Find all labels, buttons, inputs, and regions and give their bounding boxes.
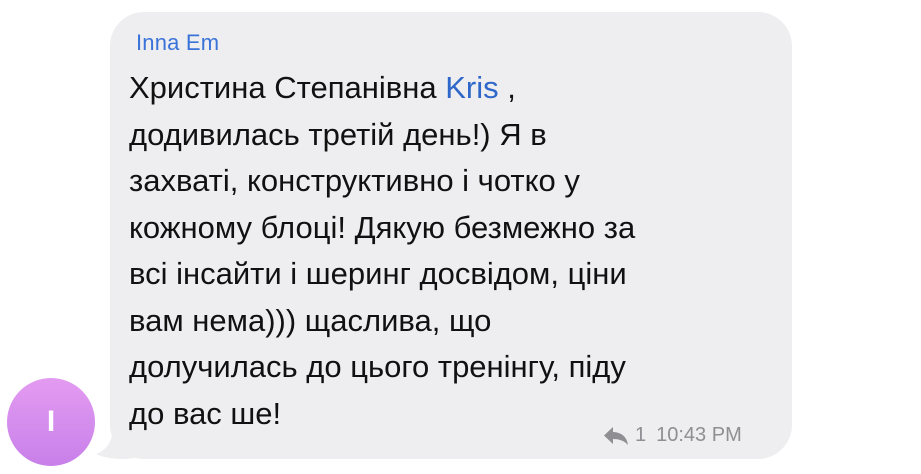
- avatar-initial: I: [46, 405, 56, 438]
- avatar[interactable]: I: [7, 378, 95, 466]
- message-line-7: долучилась до цього тренінгу, піду: [129, 349, 626, 384]
- reply-count[interactable]: 1: [635, 424, 646, 447]
- message-line-4: кожному блоці! Дякую безмежно за: [129, 209, 636, 245]
- message-line-1-prefix: Христина Степанівна: [129, 70, 446, 105]
- message-text: Христина Степанівна Kris , додивилась тр…: [129, 65, 779, 437]
- reply-arrow-icon[interactable]: [603, 425, 629, 447]
- message-line-1-suffix: ,: [498, 70, 516, 105]
- message-line-6: вам нема))) щаслива, що: [129, 302, 492, 338]
- sender-name[interactable]: Inna Em: [136, 30, 219, 56]
- message-line-1: Христина Степанівна Kris ,: [129, 65, 779, 112]
- mention-link[interactable]: Kris: [445, 70, 498, 105]
- message-line-2: додивилась третій день!) Я в: [129, 116, 547, 152]
- bubble-tail: [96, 420, 134, 459]
- message-time: 10:43 PM: [656, 424, 742, 446]
- message-meta: 1 10:43 PM: [603, 424, 742, 447]
- message-line-3: захваті, конструктивно і чотко у: [129, 163, 580, 198]
- message-line-5: всі інсайти і шеринг досвідом, ціни: [129, 256, 627, 291]
